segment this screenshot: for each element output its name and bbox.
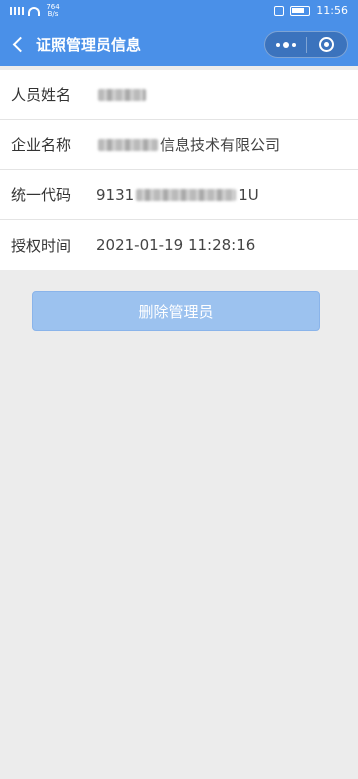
redacted-code-middle — [136, 188, 237, 201]
redacted-company-prefix — [98, 138, 158, 151]
app-header: 764 B/s 11:56 证照管理员信息 — [0, 0, 358, 66]
company-suffix: 信息技术有限公司 — [160, 136, 281, 154]
info-row-auth-time: 授权时间 2021-01-19 11:28:16 — [0, 220, 358, 270]
row-label: 授权时间 — [11, 236, 72, 255]
back-chevron-icon — [12, 36, 28, 52]
row-label: 人员姓名 — [11, 86, 72, 104]
status-right: 11:56 — [274, 4, 348, 17]
network-speed-unit: B/s — [47, 10, 59, 18]
code-prefix: 9131 — [96, 185, 135, 204]
row-value — [96, 88, 148, 101]
row-value: 信息技术有限公司 — [96, 134, 280, 155]
more-button[interactable] — [265, 31, 306, 58]
status-left: 764 B/s — [10, 4, 62, 18]
row-label: 企业名称 — [11, 136, 72, 154]
status-bar: 764 B/s 11:56 — [0, 0, 358, 22]
back-button[interactable] — [6, 32, 30, 56]
wifi-icon — [28, 6, 40, 16]
info-row-company: 企业名称 信息技术有限公司 — [0, 120, 358, 170]
network-speed: 764 B/s — [44, 4, 62, 18]
row-value: 9131 1U — [96, 186, 259, 204]
row-value: 2021-01-19 11:28:16 — [96, 236, 256, 254]
vibrate-icon — [274, 5, 285, 16]
target-icon — [319, 37, 335, 52]
code-suffix: 1U — [238, 185, 259, 204]
info-row-name: 人员姓名 — [0, 70, 358, 120]
more-dots-icon — [275, 41, 296, 48]
signal-icon — [10, 7, 24, 15]
page-title: 证照管理员信息 — [36, 36, 142, 54]
redacted-name — [98, 88, 146, 101]
nav-bar: 证照管理员信息 — [0, 22, 358, 66]
row-label: 统一代码 — [11, 186, 72, 204]
close-mini-program-button[interactable] — [307, 31, 347, 58]
delete-admin-button[interactable]: 删除管理员 — [32, 291, 320, 331]
info-row-code: 统一代码 9131 1U — [0, 170, 358, 220]
mini-program-capsule — [264, 31, 348, 58]
admin-info-card: 人员姓名 企业名称 信息技术有限公司 统一代码 9131 1U 授权时间 202… — [0, 70, 358, 270]
status-time: 11:56 — [316, 4, 348, 17]
battery-icon — [290, 5, 311, 16]
